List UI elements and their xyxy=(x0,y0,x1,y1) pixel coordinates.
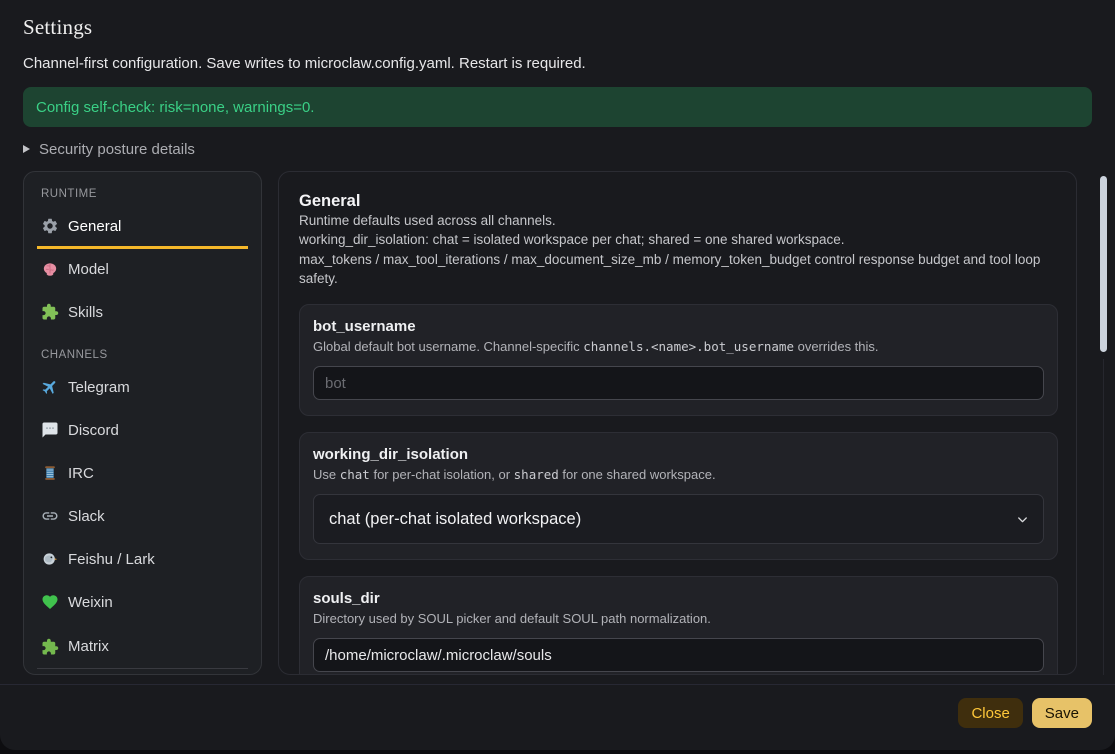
sidebar-item-discord[interactable]: Discord xyxy=(37,410,248,453)
sidebar-item-label: Matrix xyxy=(68,638,109,655)
panel-heading: General xyxy=(299,192,1058,211)
settings-modal: Settings Channel-first configuration. Sa… xyxy=(0,0,1115,750)
bird-icon xyxy=(41,550,59,568)
sidebar-item-model[interactable]: Model xyxy=(37,249,248,292)
field-description-text: Global default bot username. Channel-spe… xyxy=(313,339,583,354)
close-button[interactable]: Close xyxy=(958,698,1022,728)
scrollbar-track xyxy=(1103,359,1104,675)
banner-text: Config self-check: risk=none, warnings=0… xyxy=(36,99,314,116)
sidebar-item-label: Model xyxy=(68,261,109,278)
panel-description-line: Runtime defaults used across all channel… xyxy=(299,211,1058,230)
bot-username-input[interactable] xyxy=(313,366,1044,400)
config-selfcheck-banner: Config self-check: risk=none, warnings=0… xyxy=(23,87,1092,127)
sidebar-item-label: Discord xyxy=(68,422,119,439)
speech-balloon-icon xyxy=(41,421,59,439)
sidebar-item-weixin[interactable]: Weixin xyxy=(37,582,248,625)
field-description: Directory used by SOUL picker and defaul… xyxy=(313,611,1044,626)
field-description-code: chat xyxy=(340,467,370,482)
section-label-runtime: RUNTIME xyxy=(41,188,246,200)
field-card-working-dir-isolation: working_dir_isolation Use chat for per-c… xyxy=(299,432,1058,560)
link-icon xyxy=(41,507,59,525)
field-name: bot_username xyxy=(313,318,1044,335)
field-description-code: shared xyxy=(514,467,559,482)
sidebar-item-label: Skills xyxy=(68,304,103,321)
settings-sidebar: RUNTIME General Model Skills CHANNELS xyxy=(23,171,262,675)
footer: Close Save xyxy=(23,698,1092,728)
field-description: Use chat for per-chat isolation, or shar… xyxy=(313,467,1044,482)
sidebar-item-general[interactable]: General xyxy=(37,206,248,249)
sidebar-item-label: Feishu / Lark xyxy=(68,551,155,568)
gear-icon xyxy=(41,217,59,235)
working-dir-isolation-select[interactable]: chat (per-chat isolated workspace) xyxy=(313,494,1044,544)
settings-content: RUNTIME General Model Skills CHANNELS xyxy=(23,171,1092,675)
sidebar-item-matrix[interactable]: Matrix xyxy=(37,625,248,669)
save-button[interactable]: Save xyxy=(1032,698,1092,728)
sidebar-item-label: Slack xyxy=(68,508,105,525)
field-description-text: for per-chat isolation, or xyxy=(370,467,514,482)
paper-plane-icon xyxy=(41,378,59,396)
chevron-down-icon xyxy=(1015,512,1030,527)
field-description-code: channels.<name>.bot_username xyxy=(583,339,794,354)
panel-description-line: working_dir_isolation: chat = isolated w… xyxy=(299,230,1058,249)
sidebar-item-telegram[interactable]: Telegram xyxy=(37,367,248,410)
sidebar-item-label: Weixin xyxy=(68,594,113,611)
page-title: Settings xyxy=(23,15,1092,40)
sidebar-item-skills[interactable]: Skills xyxy=(37,292,248,335)
sidebar-item-irc[interactable]: IRC xyxy=(37,453,248,496)
souls-dir-input[interactable] xyxy=(313,638,1044,672)
settings-main-panel: General Runtime defaults used across all… xyxy=(278,171,1077,675)
panel-description-line: max_tokens / max_tool_iterations / max_d… xyxy=(299,250,1058,289)
brain-icon xyxy=(41,260,59,278)
field-description-text: Directory used by SOUL picker and defaul… xyxy=(313,611,711,626)
green-heart-icon xyxy=(41,593,59,611)
puzzle-icon xyxy=(41,303,59,321)
sidebar-item-slack[interactable]: Slack xyxy=(37,496,248,539)
expand-triangle-icon xyxy=(23,145,30,153)
field-description-text: overrides this. xyxy=(794,339,879,354)
footer-divider xyxy=(0,684,1115,685)
scrollbar-thumb[interactable] xyxy=(1100,176,1107,352)
section-label-channels: CHANNELS xyxy=(41,349,246,361)
field-card-souls-dir: souls_dir Directory used by SOUL picker … xyxy=(299,576,1058,675)
selected-option-label: chat (per-chat isolated workspace) xyxy=(329,510,581,529)
field-description-text: for one shared workspace. xyxy=(559,467,716,482)
sidebar-item-feishu-lark[interactable]: Feishu / Lark xyxy=(37,539,248,582)
security-posture-details-toggle[interactable]: Security posture details xyxy=(23,140,195,158)
security-details-label: Security posture details xyxy=(39,141,195,158)
field-name: working_dir_isolation xyxy=(313,446,1044,463)
field-card-bot-username: bot_username Global default bot username… xyxy=(299,304,1058,416)
field-name: souls_dir xyxy=(313,590,1044,607)
sidebar-item-label: Telegram xyxy=(68,379,130,396)
field-description: Global default bot username. Channel-spe… xyxy=(313,339,1044,354)
field-description-text: Use xyxy=(313,467,340,482)
panel-description: Runtime defaults used across all channel… xyxy=(299,211,1058,288)
thread-spool-icon xyxy=(41,464,59,482)
page-subtitle: Channel-first configuration. Save writes… xyxy=(23,55,1092,72)
sidebar-item-label: IRC xyxy=(68,465,94,482)
sidebar-item-label: General xyxy=(68,218,121,235)
puzzle-icon xyxy=(41,638,59,656)
